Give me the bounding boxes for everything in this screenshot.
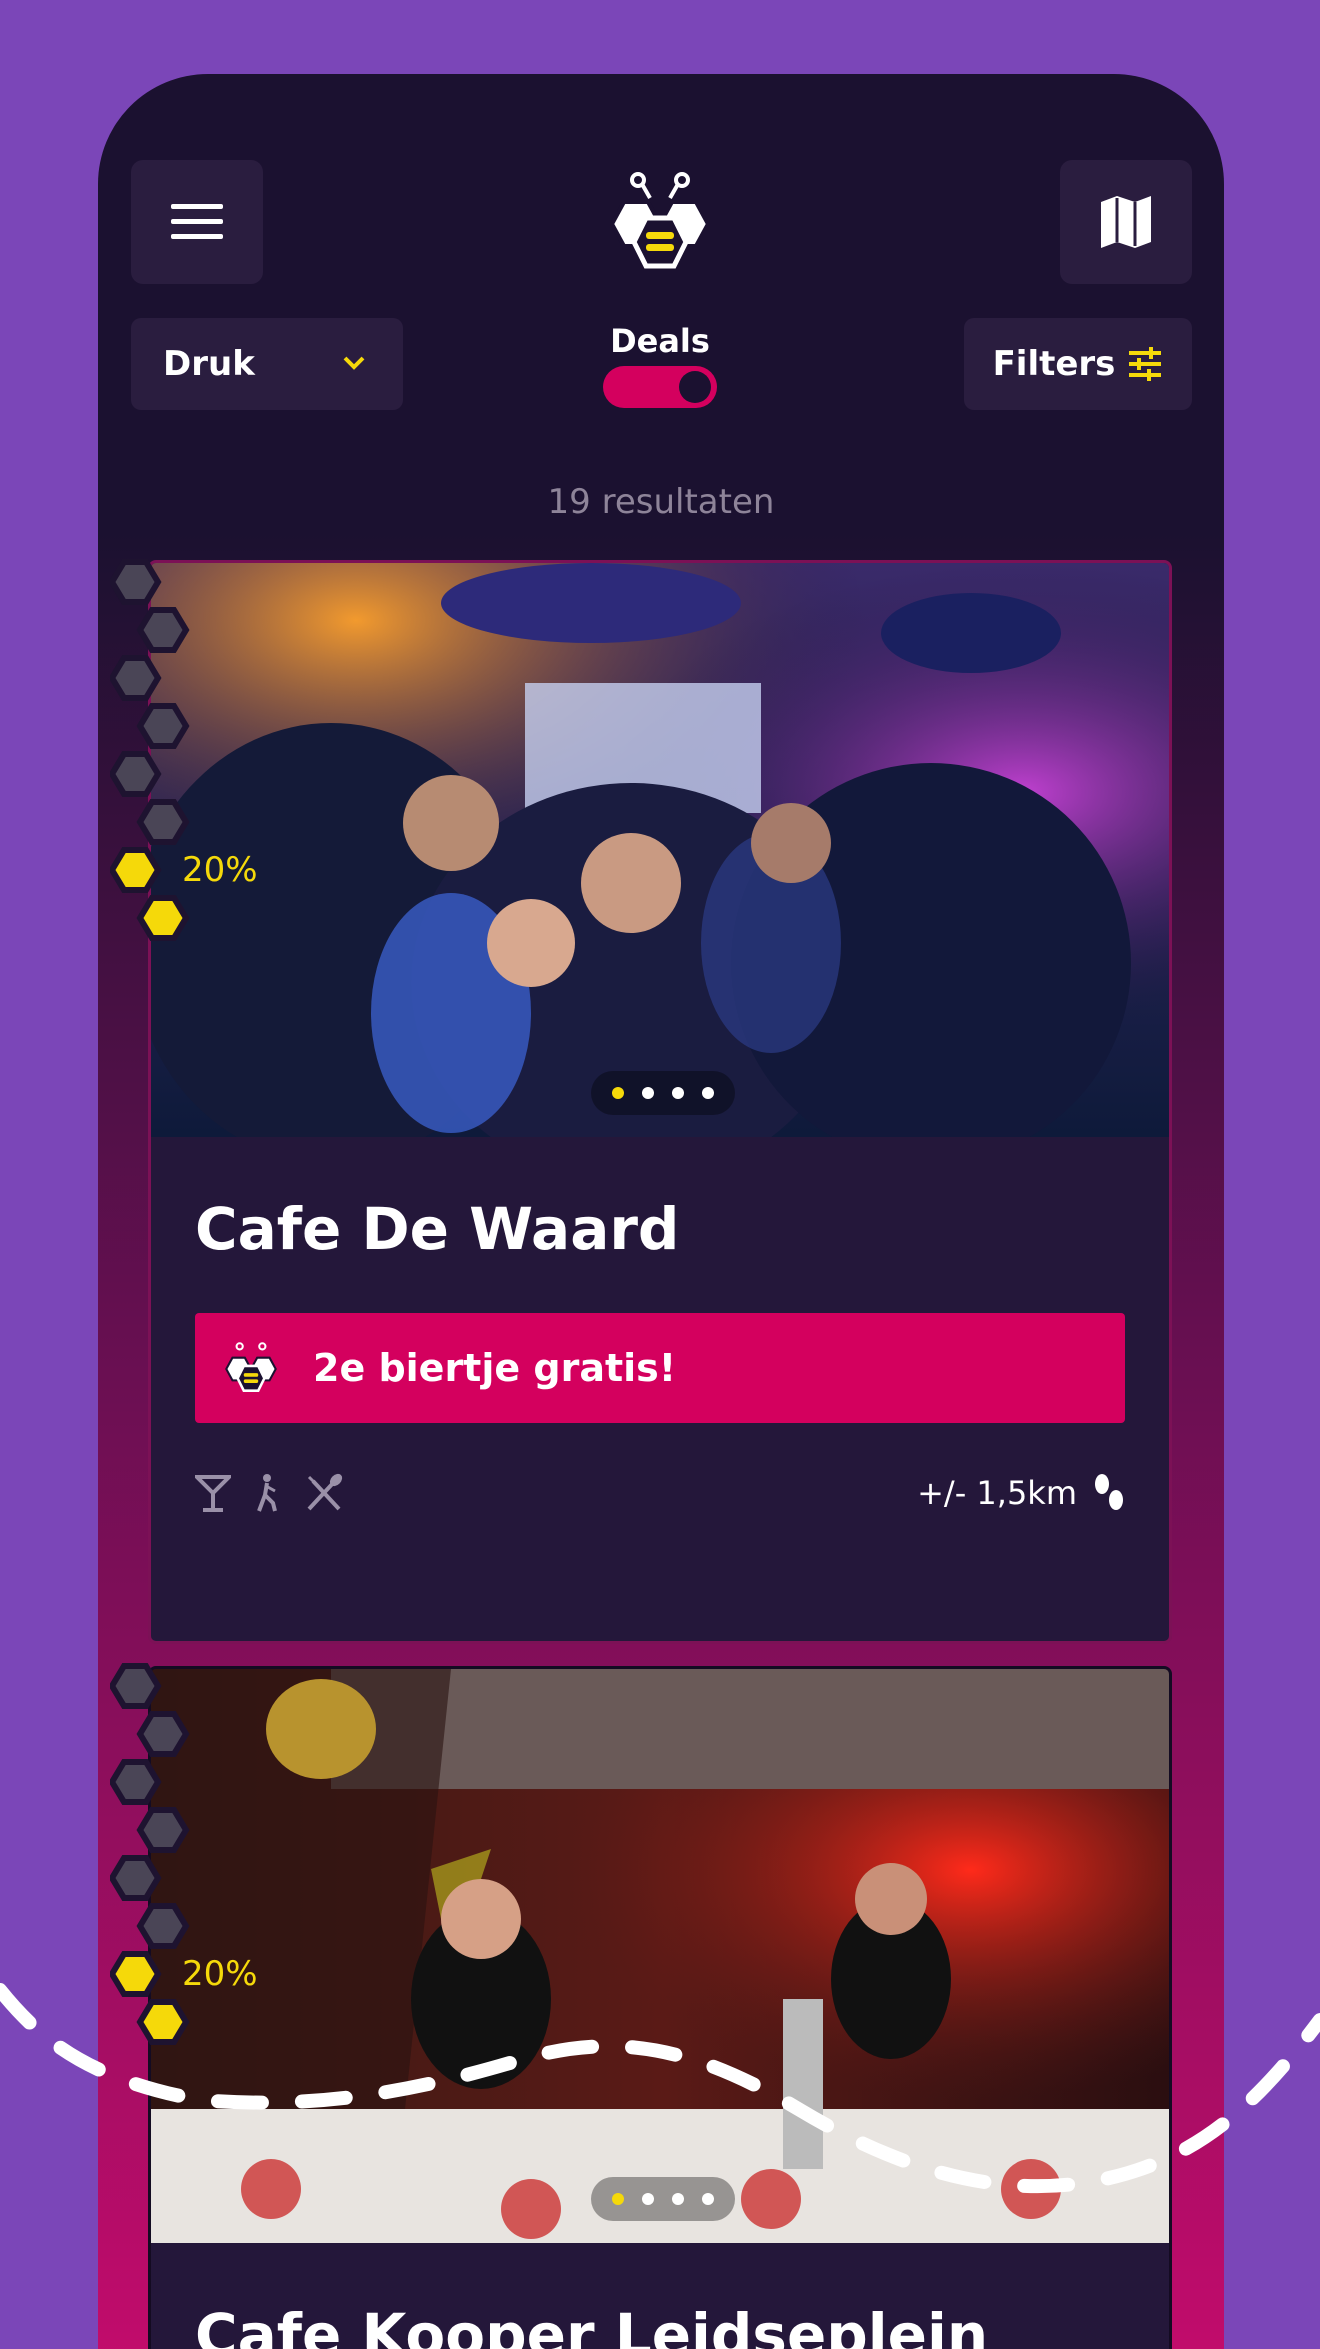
sort-select-value: Druk — [163, 344, 255, 384]
sliders-icon — [1129, 347, 1162, 381]
pager-dot[interactable] — [642, 1087, 654, 1099]
dance-icon — [257, 1474, 277, 1512]
pager-dot[interactable] — [702, 1087, 714, 1099]
bee-logo — [609, 172, 711, 269]
hamburger-menu-icon — [171, 204, 223, 239]
cocktail-icon — [195, 1475, 231, 1512]
distance: +/- 1,5km — [917, 1473, 1125, 1513]
deals-label: Deals — [610, 322, 710, 360]
honey-meter — [110, 559, 190, 941]
amenity-icons — [195, 1473, 343, 1513]
filters-button[interactable]: Filters — [964, 318, 1192, 410]
food-icon — [307, 1473, 343, 1511]
pager-dot[interactable] — [672, 1087, 684, 1099]
pager-dot-active[interactable] — [612, 1087, 624, 1099]
venue-name: Cafe Kooper Leidseplein — [195, 2301, 989, 2349]
deal-text: 2e biertje gratis! — [313, 1346, 677, 1390]
menu-button[interactable] — [131, 160, 263, 284]
venue-card[interactable]: Cafe De Waard 2e biertje gratis! +/- 1,5… — [148, 560, 1172, 1644]
deals-toggle[interactable] — [603, 366, 717, 408]
image-pager[interactable] — [591, 1071, 735, 1115]
map-icon — [1101, 196, 1151, 248]
decorative-swoosh — [0, 1983, 1320, 2194]
bee-icon — [225, 1342, 277, 1392]
distance-text: +/- 1,5km — [917, 1474, 1077, 1512]
deal-banner[interactable]: 2e biertje gratis! — [195, 1313, 1125, 1423]
toggle-knob — [679, 371, 711, 403]
footsteps-icon — [1095, 1474, 1123, 1510]
deals-toggle-group: Deals — [598, 322, 722, 408]
honey-percentage: 20% — [182, 850, 258, 890]
filters-label: Filters — [992, 344, 1116, 384]
venue-photo[interactable] — [151, 563, 1169, 1137]
card-footer: +/- 1,5km — [151, 1423, 1169, 1563]
sort-select[interactable]: Druk — [131, 318, 403, 410]
map-button[interactable] — [1060, 160, 1192, 284]
results-count: 19 resultaten — [547, 482, 775, 522]
venue-name: Cafe De Waard — [195, 1195, 680, 1263]
chevron-down-icon — [343, 356, 365, 370]
